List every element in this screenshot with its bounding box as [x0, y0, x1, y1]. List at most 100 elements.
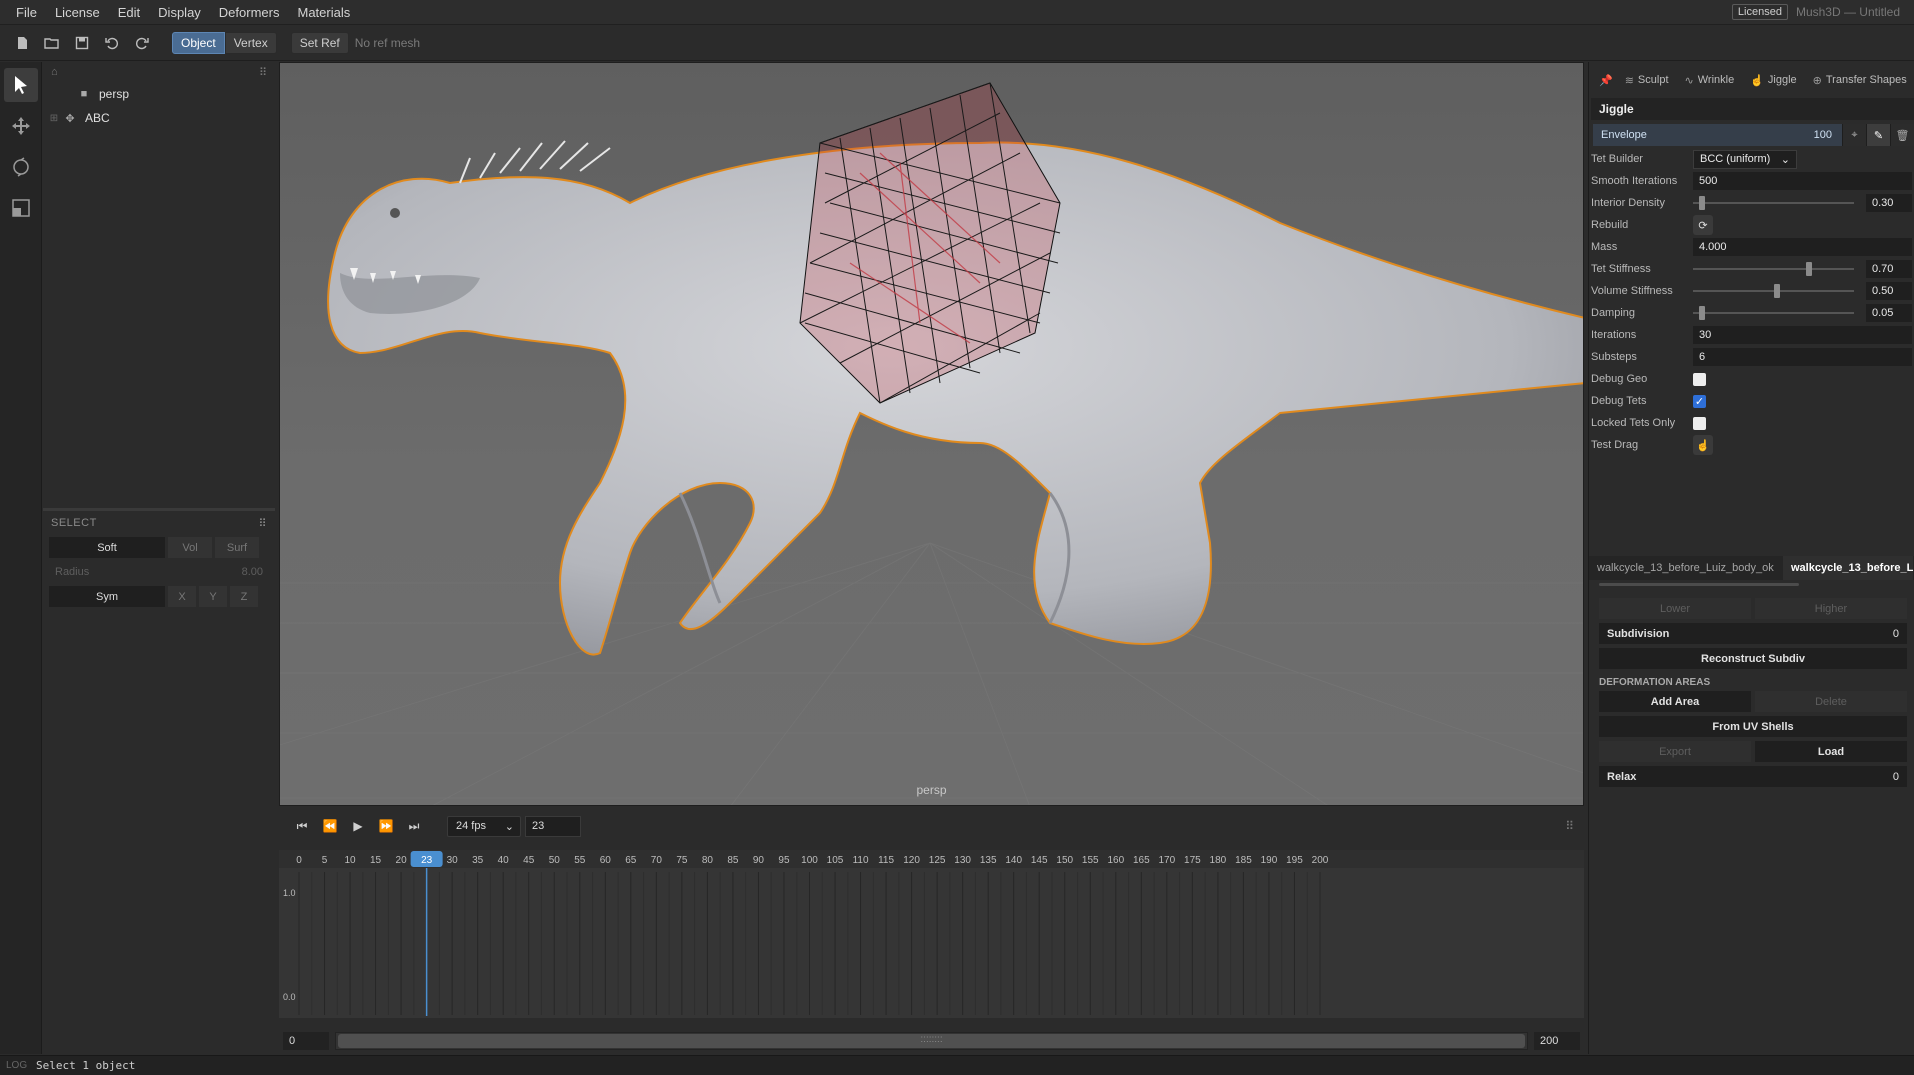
- from-uv-shells-button[interactable]: From UV Shells: [1599, 716, 1907, 737]
- tab-sculpt[interactable]: ≋ Sculpt: [1621, 74, 1673, 87]
- lower-button[interactable]: Lower: [1599, 598, 1751, 619]
- soft-select-button[interactable]: Soft: [49, 537, 165, 558]
- sculpt-icon: ≋: [1624, 74, 1634, 87]
- iterations-field[interactable]: 30: [1693, 326, 1912, 344]
- timeline-tick-label: 125: [929, 855, 946, 866]
- tool-strip: [0, 62, 42, 1054]
- menu-edit[interactable]: Edit: [109, 5, 149, 20]
- range-start-field[interactable]: 0: [283, 1032, 329, 1050]
- timeline-tick-label: 195: [1286, 855, 1303, 866]
- timeline-graph[interactable]: 0 5 10 15 20 23 30 35 40 45 50 55 60 65 70 75 80 85 90 95 10…: [279, 850, 1584, 1026]
- menu-materials[interactable]: Materials: [288, 5, 359, 20]
- tet-builder-select[interactable]: BCC (uniform) ⌄: [1693, 149, 1797, 169]
- interior-density-field[interactable]: 0.30: [1866, 194, 1912, 212]
- volume-stiffness-slider[interactable]: [1693, 284, 1854, 298]
- step-back-icon[interactable]: ⏪: [321, 819, 339, 833]
- save-icon[interactable]: [70, 31, 94, 55]
- substeps-field[interactable]: 6: [1693, 348, 1912, 366]
- damping-slider[interactable]: [1693, 306, 1854, 320]
- set-ref-button[interactable]: Set Ref: [290, 32, 349, 54]
- menu-file[interactable]: File: [0, 5, 46, 20]
- subdivision-field[interactable]: Subdivision 0: [1599, 623, 1907, 644]
- volume-stiffness-field[interactable]: 0.50: [1866, 282, 1912, 300]
- smooth-iterations-field[interactable]: 500: [1693, 172, 1912, 190]
- envelope-row[interactable]: Envelope 100 ⌖ ✎ 🗑: [1593, 124, 1914, 146]
- mesh-tabs-scrollbar[interactable]: [1599, 583, 1799, 586]
- debug-geo-checkbox[interactable]: [1693, 372, 1706, 386]
- new-file-icon[interactable]: [10, 31, 34, 55]
- interior-density-slider[interactable]: [1693, 196, 1854, 210]
- object-mode-button[interactable]: Object: [172, 32, 225, 54]
- damping-label: Damping: [1591, 307, 1636, 319]
- trash-icon[interactable]: 🗑: [1890, 124, 1914, 146]
- panel-grip-icon[interactable]: ⠿: [1565, 819, 1574, 833]
- pin-icon[interactable]: ⌖: [1842, 124, 1866, 146]
- 3d-viewport[interactable]: persp: [279, 62, 1584, 806]
- panel-grip-icon[interactable]: ⠿: [258, 517, 267, 530]
- delete-area-button[interactable]: Delete: [1755, 691, 1907, 712]
- slider-handle[interactable]: [1699, 306, 1706, 320]
- tet-stiffness-row: Tet Stiffness 0.70: [1589, 258, 1914, 280]
- sym-x-button[interactable]: X: [168, 586, 196, 607]
- play-icon[interactable]: ▶: [349, 819, 367, 833]
- licensed-badge[interactable]: Licensed: [1731, 4, 1788, 20]
- undo-icon[interactable]: [100, 31, 124, 55]
- step-forward-icon[interactable]: ⏩: [377, 819, 395, 833]
- damping-field[interactable]: 0.05: [1866, 304, 1912, 322]
- move-tool-icon[interactable]: [4, 109, 38, 143]
- menu-display[interactable]: Display: [149, 5, 210, 20]
- outliner-filter-icon[interactable]: ⌂: [51, 66, 58, 78]
- sym-z-button[interactable]: Z: [230, 586, 258, 607]
- tab-mesh-body-ok[interactable]: walkcycle_13_before_Luiz_body_ok: [1589, 556, 1783, 580]
- timeline-tick-label: 85: [727, 855, 739, 866]
- redo-icon[interactable]: [130, 31, 154, 55]
- refresh-icon[interactable]: ⟳: [1693, 215, 1713, 235]
- surf-button[interactable]: Surf: [215, 537, 259, 558]
- slider-handle[interactable]: [1773, 284, 1780, 298]
- range-slider[interactable]: ::::::::: [335, 1032, 1528, 1050]
- higher-button[interactable]: Higher: [1755, 598, 1907, 619]
- menu-license[interactable]: License: [46, 5, 109, 20]
- fps-select[interactable]: 24 fps ⌄: [447, 815, 521, 837]
- add-area-button[interactable]: Add Area: [1599, 691, 1751, 712]
- panel-grip-icon[interactable]: ⠿: [259, 66, 267, 79]
- tab-mesh-active[interactable]: walkcycle_13_before_Luiz: [1783, 556, 1913, 580]
- debug-tets-checkbox[interactable]: ✓: [1693, 394, 1706, 408]
- slider-handle[interactable]: [1699, 196, 1705, 210]
- slider-handle[interactable]: [1805, 262, 1812, 276]
- range-end-field[interactable]: 200: [1534, 1032, 1580, 1050]
- vol-button[interactable]: Vol: [168, 537, 212, 558]
- go-to-end-icon[interactable]: ⏭: [405, 819, 423, 834]
- relax-field[interactable]: Relax 0: [1599, 766, 1907, 787]
- timeline-curve-area[interactable]: [279, 868, 1584, 1018]
- current-frame-input[interactable]: 23: [525, 815, 581, 837]
- tet-stiffness-field[interactable]: 0.70: [1866, 260, 1912, 278]
- select-tool-icon[interactable]: [4, 68, 38, 102]
- tet-stiffness-slider[interactable]: [1693, 262, 1854, 276]
- hand-pointer-icon[interactable]: ☝: [1693, 435, 1713, 455]
- paint-brush-icon[interactable]: ✎: [1866, 124, 1890, 146]
- expand-icon[interactable]: ⊞: [47, 113, 61, 124]
- pin-icon[interactable]: 📌: [1599, 74, 1613, 87]
- reconstruct-subdiv-button[interactable]: Reconstruct Subdiv: [1599, 648, 1907, 669]
- rotate-tool-icon[interactable]: [4, 150, 38, 184]
- locked-tets-checkbox[interactable]: [1693, 416, 1706, 430]
- mass-field[interactable]: 4.000: [1693, 238, 1912, 256]
- radius-field[interactable]: Radius 8.00: [43, 560, 275, 584]
- scale-tool-icon[interactable]: [4, 191, 38, 225]
- tab-wrinkle[interactable]: ∿ Wrinkle: [1681, 74, 1739, 87]
- timeline-tick-label: 180: [1210, 855, 1227, 866]
- outliner-item-persp[interactable]: ■ persp: [43, 82, 275, 106]
- sym-y-button[interactable]: Y: [199, 586, 227, 607]
- go-to-start-icon[interactable]: ⏮: [293, 819, 311, 834]
- export-button[interactable]: Export: [1599, 741, 1751, 762]
- vertex-mode-button[interactable]: Vertex: [224, 32, 277, 54]
- symmetry-button[interactable]: Sym: [49, 586, 165, 607]
- open-folder-icon[interactable]: [40, 31, 64, 55]
- load-button[interactable]: Load: [1755, 741, 1907, 762]
- tab-jiggle[interactable]: ☝ Jiggle: [1746, 74, 1800, 87]
- menu-deformers[interactable]: Deformers: [210, 5, 289, 20]
- outliner-item-abc[interactable]: ⊞ ✥ ABC: [43, 106, 275, 130]
- tab-transfer-shapes[interactable]: ⊕ Transfer Shapes: [1809, 74, 1911, 87]
- timeline-tick-label: 110: [853, 855, 869, 866]
